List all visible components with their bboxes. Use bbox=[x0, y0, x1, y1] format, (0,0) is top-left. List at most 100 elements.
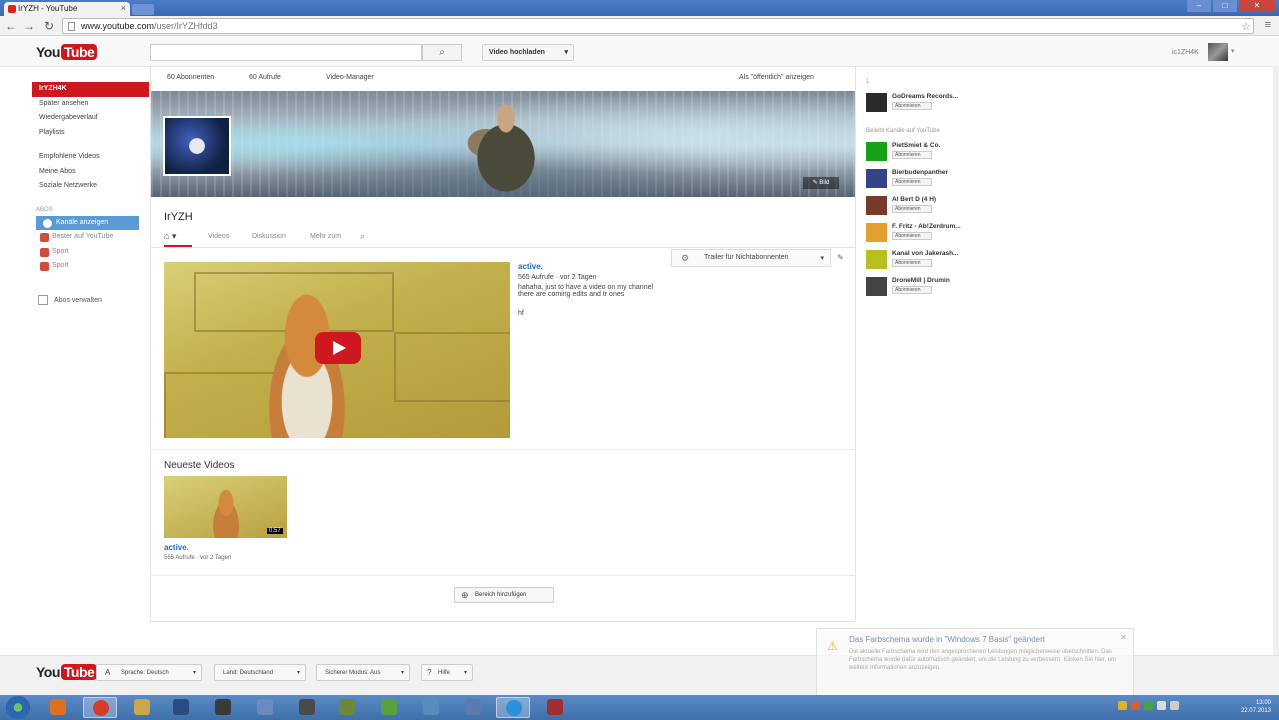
subscribe-button[interactable]: Abonnieren bbox=[892, 151, 932, 159]
tab-close-icon[interactable]: × bbox=[121, 3, 126, 13]
taskbar-app[interactable] bbox=[125, 697, 159, 718]
taskbar-app[interactable] bbox=[496, 697, 530, 718]
channel-list-item[interactable]: GoDreams Records... Abonnieren bbox=[866, 89, 976, 116]
channel-list-item[interactable]: Kanal von Jakerash... Abonnieren bbox=[866, 246, 976, 273]
guide-item-recommended[interactable]: Empfohlene Videos bbox=[32, 150, 149, 165]
avatar[interactable] bbox=[1208, 43, 1228, 61]
guide-sub-item[interactable]: Kanäle anzeigen bbox=[36, 215, 139, 230]
channel-search-icon[interactable]: ⌕ bbox=[360, 231, 365, 242]
subscribe-button[interactable]: Abonnieren bbox=[892, 259, 932, 267]
close-icon[interactable]: ✕ bbox=[1120, 633, 1127, 642]
youtube-logo[interactable]: You Tube bbox=[36, 44, 98, 60]
help-button[interactable]: ? Hilfe ▾ bbox=[421, 664, 473, 681]
window-close-button[interactable]: ✕ bbox=[1239, 0, 1275, 12]
reload-icon[interactable]: ↻ bbox=[42, 19, 56, 33]
taskbar-app[interactable] bbox=[248, 697, 282, 718]
guide-sub-item[interactable]: Sport bbox=[32, 245, 149, 260]
views-stat[interactable]: 60 Aufrufe bbox=[249, 74, 281, 81]
new-tab-button[interactable] bbox=[132, 4, 154, 15]
guide-item-channel[interactable]: IrYZH4K bbox=[32, 82, 149, 97]
address-bar[interactable]: www.youtube.com/user/IrYZHfdd3 bbox=[62, 18, 1254, 34]
back-arrow-icon[interactable]: ← bbox=[4, 19, 18, 33]
tab-home[interactable]: ⌂ ▾ bbox=[164, 231, 192, 247]
channel-name-link[interactable]: GoDreams Records... bbox=[892, 93, 958, 100]
channel-list-item[interactable]: Bierbudenpanther Abonnieren bbox=[866, 165, 976, 192]
start-button[interactable] bbox=[6, 696, 30, 719]
username-label[interactable]: ic1ZH4K bbox=[1172, 49, 1199, 56]
taskbar-app[interactable] bbox=[372, 697, 406, 718]
browser-tab[interactable]: IrYZH - YouTube × bbox=[4, 2, 130, 16]
upload-button[interactable]: Video hochladen ▾ bbox=[482, 44, 574, 61]
taskbar-app[interactable] bbox=[290, 697, 324, 718]
channel-icon[interactable] bbox=[163, 116, 231, 176]
add-section-button[interactable]: ⊕ Bereich hinzufügen bbox=[454, 587, 554, 603]
tray-app-icon[interactable] bbox=[1144, 701, 1153, 710]
channel-list-item[interactable]: DroneMill | Drumin Abonnieren bbox=[866, 273, 976, 300]
guide-item-subscriptions[interactable]: Meine Abos bbox=[32, 165, 149, 180]
taskbar-app[interactable] bbox=[83, 697, 117, 718]
video-manager-link[interactable]: Video-Manager bbox=[326, 74, 374, 81]
windows-taskbar: 13:00 22.07.2013 bbox=[0, 695, 1279, 720]
channel-name-link[interactable]: Kanal von Jakerash... bbox=[892, 250, 958, 257]
featured-video-player[interactable] bbox=[164, 262, 510, 438]
page-scrollbar[interactable] bbox=[1273, 66, 1279, 656]
subscribers-stat[interactable]: 60 Abonnenten bbox=[167, 74, 214, 81]
channel-list-item[interactable]: Al Bert D (4 H) Abonnieren bbox=[866, 192, 976, 219]
banner-edit-button[interactable]: ✎ Bild bbox=[803, 177, 839, 189]
tray-app-icon[interactable] bbox=[1131, 701, 1140, 710]
view-as-public-link[interactable]: Als "öffentlich" anzeigen bbox=[739, 74, 814, 81]
subscribe-button[interactable]: Abonnieren bbox=[892, 286, 932, 294]
taskbar-app[interactable] bbox=[41, 697, 75, 718]
channel-name-link[interactable]: Bierbudenpanther bbox=[892, 169, 948, 176]
wrench-menu-icon[interactable]: ≡ bbox=[1265, 19, 1271, 31]
safe-mode-button[interactable]: Sicherer Modus: Aus ▾ bbox=[316, 664, 410, 681]
edit-pencil-icon[interactable]: ✎ bbox=[837, 253, 844, 262]
channel-list-item[interactable]: PietSmiet & Co. Abonnieren bbox=[866, 138, 976, 165]
manage-subscriptions-link[interactable]: Abos verwalten bbox=[38, 295, 102, 305]
taskbar-app[interactable] bbox=[330, 697, 364, 718]
video-title-link[interactable]: active. bbox=[164, 543, 189, 552]
taskbar-app[interactable] bbox=[206, 697, 240, 718]
search-input[interactable] bbox=[150, 44, 422, 61]
taskbar-app[interactable] bbox=[164, 697, 198, 718]
search-button[interactable]: ⌕ bbox=[422, 44, 462, 61]
featured-video-title[interactable]: active. bbox=[518, 262, 838, 271]
tray-warning-icon[interactable] bbox=[1118, 701, 1127, 710]
maximize-button[interactable]: □ bbox=[1213, 0, 1237, 12]
taskbar-app[interactable] bbox=[456, 697, 490, 718]
taskbar-clock[interactable]: 13:00 22.07.2013 bbox=[1241, 699, 1271, 715]
channel-list-item[interactable]: F. Fritz - Ab!Zerdrum... Abonnieren bbox=[866, 219, 976, 246]
tab-discussion[interactable]: Diskussion bbox=[252, 233, 286, 240]
tab-about[interactable]: Mehr zum bbox=[310, 233, 341, 240]
taskbar-app[interactable] bbox=[414, 697, 448, 718]
channel-name-link[interactable]: DroneMill | Drumin bbox=[892, 277, 950, 284]
guide-sub-item[interactable]: Sport bbox=[32, 259, 149, 274]
subscribe-button[interactable]: Abonnieren bbox=[892, 205, 932, 213]
bookmark-star-icon[interactable]: ☆ bbox=[1241, 20, 1251, 33]
channel-name-link[interactable]: F. Fritz - Ab!Zerdrum... bbox=[892, 223, 961, 230]
play-button-icon[interactable] bbox=[315, 332, 361, 364]
channel-name-link[interactable]: Al Bert D (4 H) bbox=[892, 196, 936, 203]
minimize-button[interactable]: – bbox=[1187, 0, 1211, 12]
guide-item-playlists[interactable]: Playlists bbox=[32, 126, 149, 141]
account-chevron-icon[interactable]: ▾ bbox=[1231, 47, 1235, 55]
taskbar-app[interactable] bbox=[538, 697, 572, 718]
windows-notification[interactable]: ⚠ Das Farbschema wurde in "Windows 7 Bas… bbox=[816, 628, 1134, 696]
video-thumbnail[interactable]: 0:57 bbox=[164, 476, 287, 538]
country-button[interactable]: Land: Deutschland ▾ bbox=[214, 664, 306, 681]
guide-item-social[interactable]: Soziale Netzwerke bbox=[32, 179, 149, 194]
channel-name-link[interactable]: PietSmiet & Co. bbox=[892, 142, 940, 149]
tray-network-icon[interactable] bbox=[1157, 701, 1166, 710]
guide-item-watch-later[interactable]: Später ansehen bbox=[32, 97, 149, 112]
tab-videos[interactable]: Videos bbox=[208, 233, 229, 240]
subscribe-button[interactable]: Abonnieren bbox=[892, 102, 932, 110]
language-button[interactable]: A Sprache: Deutsch ▾ bbox=[96, 664, 202, 681]
tray-volume-icon[interactable] bbox=[1170, 701, 1179, 710]
subscribe-button[interactable]: Abonnieren bbox=[892, 178, 932, 186]
guide-item-history[interactable]: Wiedergabeverlauf bbox=[32, 111, 149, 126]
footer-youtube-logo[interactable]: You Tube bbox=[36, 664, 98, 680]
notification-text: Die aktuelle Farbschema wird den angespr… bbox=[849, 649, 1117, 671]
subscribe-button[interactable]: Abonnieren bbox=[892, 232, 932, 240]
guide-sub-item[interactable]: Bester auf YouTube bbox=[32, 230, 149, 245]
forward-arrow-icon[interactable]: → bbox=[22, 19, 36, 33]
